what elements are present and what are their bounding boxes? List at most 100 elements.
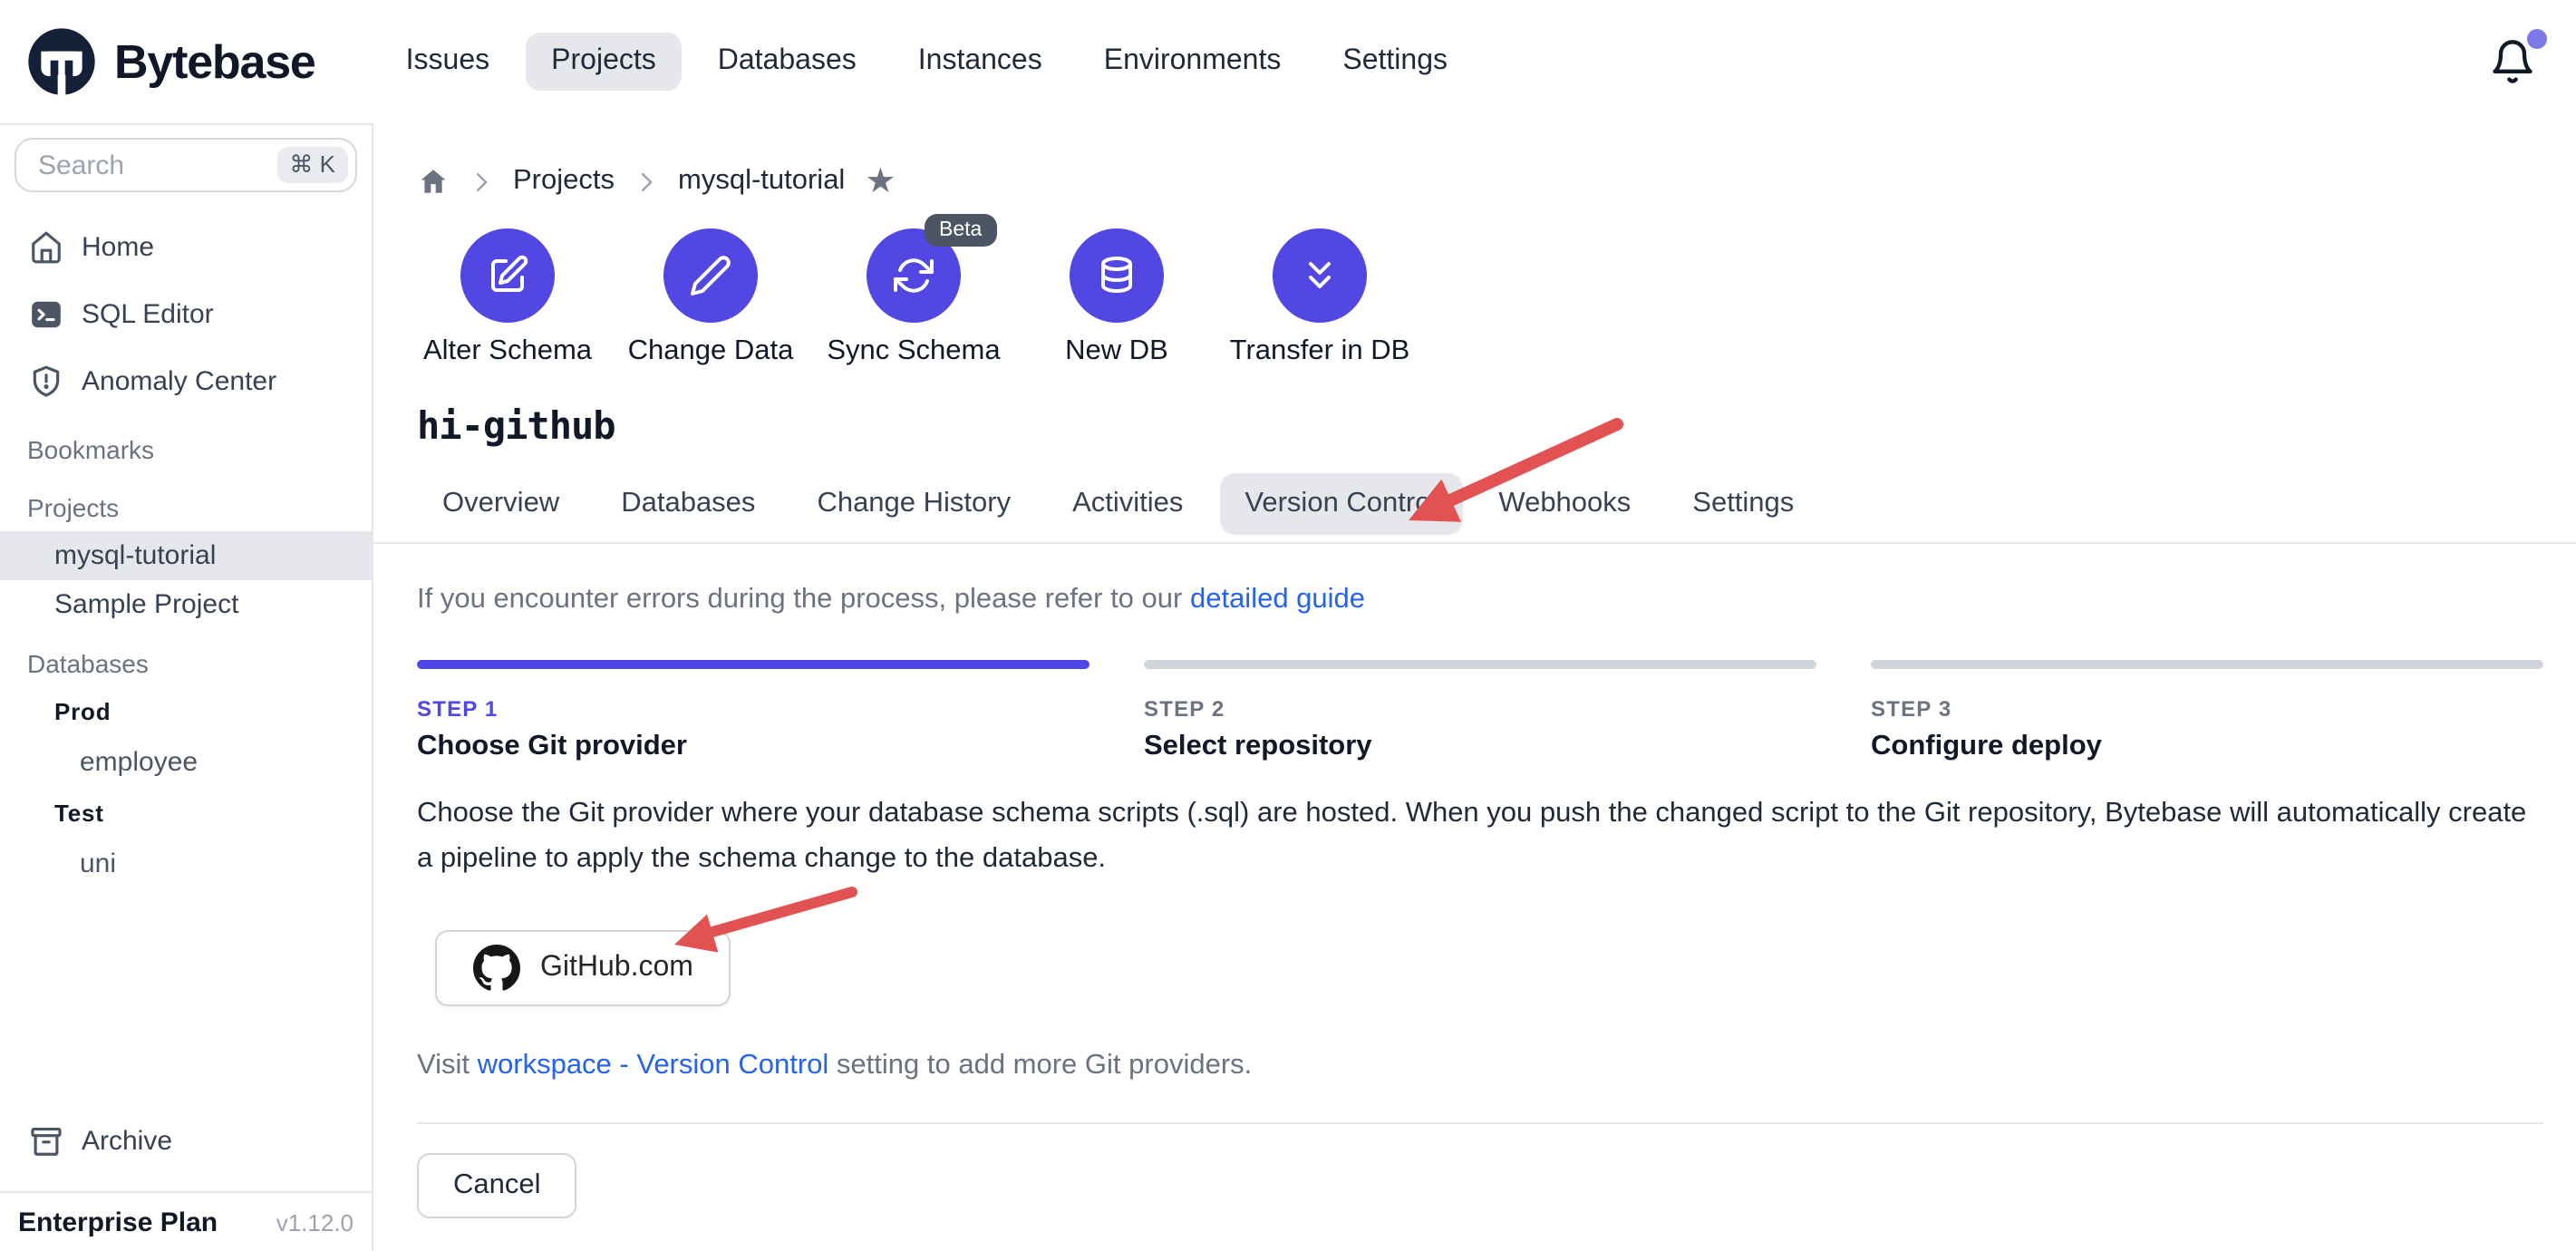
quick-action-label: Alter Schema: [423, 335, 592, 368]
tab-webhooks[interactable]: Webhooks: [1473, 473, 1656, 535]
quick-action-change-data[interactable]: Change Data: [620, 228, 801, 368]
version-label: v1.12.0: [276, 1208, 353, 1236]
database-icon: [1070, 228, 1164, 323]
breadcrumb-projects[interactable]: Projects: [513, 165, 615, 198]
visit-workspace-line: Visit workspace - Version Control settin…: [417, 1049, 2543, 1081]
tab-settings[interactable]: Settings: [1667, 473, 1819, 535]
sidebar-item-label: Anomaly Center: [82, 366, 276, 397]
step-title: Select repository: [1144, 731, 1816, 763]
chevron-right-icon: [633, 168, 660, 195]
quick-action-alter-schema[interactable]: Alter Schema: [417, 228, 598, 368]
sidebar-item-sql-editor[interactable]: SQL Editor: [0, 281, 372, 348]
sidebar-item-archive[interactable]: Archive: [0, 1108, 372, 1175]
quick-action-label: New DB: [1065, 335, 1168, 368]
search-input[interactable]: [34, 148, 276, 182]
topnav-issues[interactable]: Issues: [381, 33, 516, 91]
sidebar-section-projects: Projects: [0, 473, 372, 531]
tab-activities[interactable]: Activities: [1047, 473, 1208, 535]
quick-action-label: Change Data: [628, 335, 794, 368]
step-progress-bar: [417, 660, 1089, 669]
plan-label[interactable]: Enterprise Plan: [18, 1207, 218, 1237]
beta-badge: Beta: [925, 214, 996, 247]
quick-action-sync-schema[interactable]: Beta Sync Schema: [823, 228, 1004, 368]
step-progress-bar: [1871, 660, 2543, 669]
sidebar-search: ⌘ K: [15, 138, 357, 192]
terminal-icon: [29, 297, 63, 332]
brand-name: Bytebase: [114, 34, 315, 90]
step-title: Choose Git provider: [417, 731, 1089, 763]
home-icon[interactable]: [417, 165, 450, 198]
star-icon[interactable]: ★: [865, 164, 896, 199]
github-button-label: GitHub.com: [540, 951, 693, 984]
github-icon: [473, 944, 520, 991]
footer-divider: [417, 1121, 2543, 1123]
app-window: Bytebase Issues Projects Databases Insta…: [0, 0, 2576, 1251]
sidebar-db-uni[interactable]: uni: [0, 838, 372, 890]
sidebar-footer: Enterprise Plan v1.12.0: [0, 1191, 372, 1251]
breadcrumb: Projects mysql-tutorial ★: [417, 160, 2543, 203]
sidebar-item-label: SQL Editor: [82, 299, 214, 330]
topnav-environments[interactable]: Environments: [1079, 33, 1307, 91]
detailed-guide-link[interactable]: detailed guide: [1190, 584, 1365, 615]
topnav-settings[interactable]: Settings: [1317, 33, 1473, 91]
pencil-icon: [663, 228, 758, 323]
sidebar-env-prod: Prod: [0, 687, 372, 736]
notice-text: If you encounter errors during the proce…: [417, 584, 1190, 615]
cancel-button[interactable]: Cancel: [417, 1152, 577, 1217]
edit-square-icon: [460, 228, 555, 323]
top-navbar: Bytebase Issues Projects Databases Insta…: [0, 0, 2576, 123]
tab-version-control[interactable]: Version Control: [1219, 473, 1462, 535]
sidebar-project-mysql-tutorial[interactable]: mysql-tutorial: [0, 531, 372, 580]
visit-suffix: setting to add more Git providers.: [828, 1049, 1252, 1080]
sidebar: ⌘ K Home: [0, 123, 373, 1251]
sidebar-section-bookmarks: Bookmarks: [0, 415, 372, 473]
notification-dot: [2527, 29, 2547, 49]
quick-action-transfer-in-db[interactable]: Transfer in DB: [1229, 228, 1410, 368]
tab-overview[interactable]: Overview: [417, 473, 585, 535]
bytebase-logo[interactable]: Bytebase: [25, 25, 315, 98]
step-label: STEP 1: [417, 696, 1089, 722]
top-nav-links: Issues Projects Databases Instances Envi…: [381, 33, 1473, 91]
sidebar-env-test: Test: [0, 789, 372, 838]
project-tabs: Overview Databases Change History Activi…: [417, 473, 2543, 535]
home-icon: [29, 230, 63, 265]
sidebar-item-home[interactable]: Home: [0, 214, 372, 281]
topnav-instances[interactable]: Instances: [893, 33, 1068, 91]
breadcrumb-current-project[interactable]: mysql-tutorial: [678, 165, 845, 198]
sidebar-db-employee[interactable]: employee: [0, 736, 372, 789]
step-1: STEP 1 Choose Git provider: [417, 660, 1089, 763]
chevrons-down-icon: [1273, 228, 1367, 323]
quick-action-label: Transfer in DB: [1230, 335, 1410, 368]
sidebar-item-label: Home: [82, 232, 154, 263]
github-provider-button[interactable]: GitHub.com: [435, 929, 731, 1005]
sidebar-project-sample-project[interactable]: Sample Project: [0, 580, 372, 629]
tab-databases[interactable]: Databases: [596, 473, 780, 535]
step-2: STEP 2 Select repository: [1144, 660, 1816, 763]
visit-prefix: Visit: [417, 1049, 478, 1080]
step-label: STEP 3: [1871, 696, 2543, 722]
shield-alert-icon: [29, 364, 63, 399]
step-3: STEP 3 Configure deploy: [1871, 660, 2543, 763]
error-notice: If you encounter errors during the proce…: [417, 584, 2543, 616]
search-shortcut-badge: ⌘ K: [276, 147, 348, 183]
quick-action-label: Sync Schema: [827, 335, 1000, 368]
step-label: STEP 2: [1144, 696, 1816, 722]
workspace-version-control-link[interactable]: workspace - Version Control: [478, 1049, 829, 1080]
notification-bell-button[interactable]: [2485, 34, 2540, 89]
wizard-steps: STEP 1 Choose Git provider STEP 2 Select…: [417, 660, 2543, 763]
tabs-divider: [373, 542, 2576, 544]
sidebar-item-label: Archive: [82, 1126, 172, 1157]
main-content: Projects mysql-tutorial ★ Alter Sche: [373, 123, 2576, 1251]
quick-actions: Alter Schema Change Data Beta: [417, 228, 2543, 368]
tab-change-history[interactable]: Change History: [791, 473, 1036, 535]
sidebar-item-anomaly-center[interactable]: Anomaly Center: [0, 348, 372, 415]
quick-action-new-db[interactable]: New DB: [1026, 228, 1207, 368]
project-title: hi-github: [417, 404, 2543, 448]
step-progress-bar: [1144, 660, 1816, 669]
chevron-right-icon: [468, 168, 495, 195]
archive-icon: [29, 1124, 63, 1159]
sidebar-section-databases: Databases: [0, 629, 372, 687]
topnav-projects[interactable]: Projects: [526, 33, 682, 91]
bytebase-logo-icon: [25, 25, 98, 98]
topnav-databases[interactable]: Databases: [692, 33, 882, 91]
